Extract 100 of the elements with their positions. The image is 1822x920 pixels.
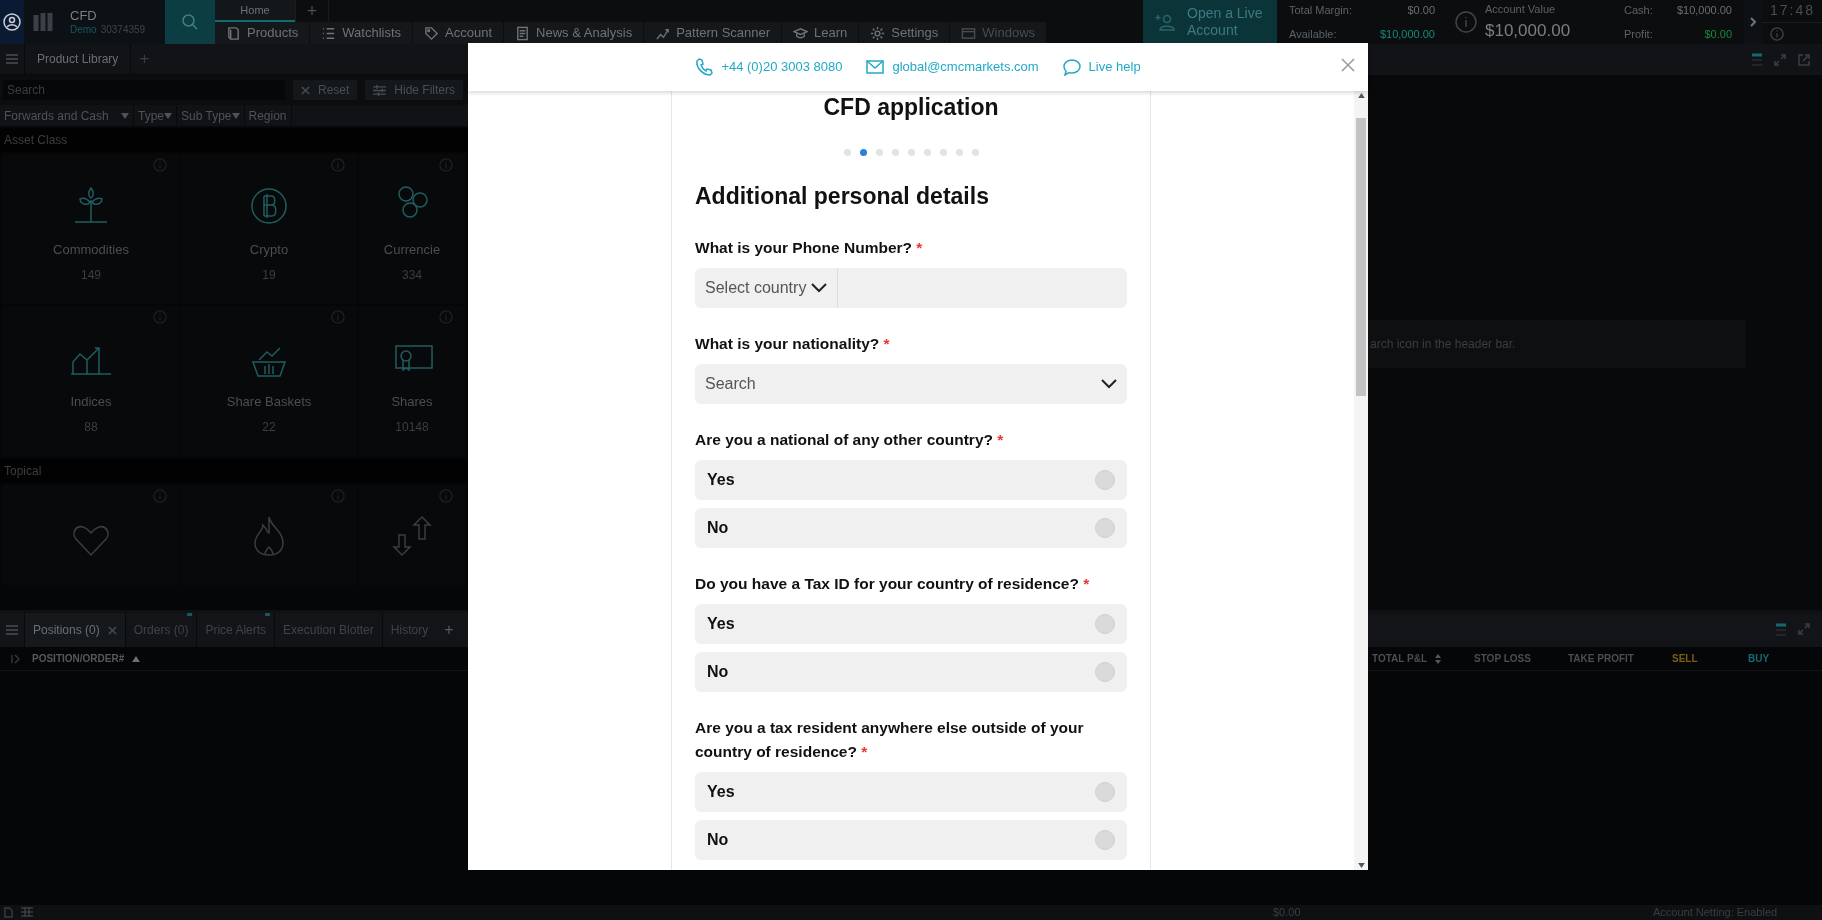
panel-tab[interactable]: Positions (0) bbox=[24, 613, 125, 647]
add-panel-button[interactable]: + bbox=[131, 46, 158, 72]
form-title: CFD application bbox=[822, 93, 1000, 121]
list-icon bbox=[321, 25, 337, 41]
search-icon bbox=[181, 13, 199, 31]
summary-label: Cash: bbox=[1624, 3, 1653, 18]
column-header[interactable]: POSITION/ORDER# bbox=[32, 651, 192, 666]
open-live-account-button[interactable]: Open a Live Account bbox=[1143, 0, 1277, 44]
category-count: 88 bbox=[84, 418, 98, 436]
info-icon bbox=[153, 489, 167, 503]
radio-button[interactable] bbox=[1095, 662, 1115, 682]
scroll-up-icon bbox=[1357, 93, 1365, 98]
category-tile[interactable]: Currencie 334 bbox=[359, 154, 465, 304]
grid-icon bbox=[21, 907, 33, 917]
chevron-down-icon bbox=[811, 283, 827, 293]
filter-dropdown[interactable]: Sub Type bbox=[177, 105, 245, 126]
category-tile[interactable]: Indices 88 bbox=[3, 306, 179, 456]
tag-icon bbox=[424, 25, 440, 41]
country-dropdown[interactable]: Select country bbox=[695, 268, 838, 308]
contact-link[interactable]: Live help bbox=[1062, 57, 1141, 77]
radio-option[interactable]: No bbox=[695, 508, 1127, 548]
chevron-right-icon bbox=[1749, 17, 1757, 27]
radio-option[interactable]: Yes bbox=[695, 460, 1127, 500]
category-tile[interactable] bbox=[181, 485, 357, 585]
menu-icon bbox=[6, 625, 18, 635]
menu-icon bbox=[6, 54, 18, 64]
chevron-down-icon bbox=[1101, 379, 1117, 389]
radio-option[interactable]: No bbox=[695, 652, 1127, 692]
add-tab-button[interactable]: + bbox=[436, 618, 462, 642]
radio-button[interactable] bbox=[1095, 518, 1115, 538]
settings-icon bbox=[870, 25, 886, 41]
window-icon bbox=[961, 25, 977, 41]
phone-field[interactable] bbox=[838, 268, 1127, 308]
filter-dropdown[interactable]: Forwards and Cash bbox=[0, 105, 134, 126]
question-label: Are you a national of any other country? * bbox=[695, 430, 1005, 450]
add-user-icon bbox=[1155, 12, 1175, 32]
radio-option[interactable]: Yes bbox=[695, 604, 1127, 644]
summary-value: $0.00 bbox=[1407, 3, 1435, 18]
filter-dropdown[interactable]: Region bbox=[244, 105, 292, 126]
category-count: 149 bbox=[81, 266, 101, 284]
radio-button[interactable] bbox=[1095, 782, 1115, 802]
caret-down-icon bbox=[121, 112, 129, 119]
platform-name: CFD bbox=[70, 9, 98, 22]
category-count: 10148 bbox=[395, 418, 429, 436]
category-tile[interactable]: Commodities 149 bbox=[3, 154, 179, 304]
email-icon bbox=[866, 58, 885, 76]
radio-button[interactable] bbox=[1095, 830, 1115, 850]
category-tile[interactable]: Crypto 19 bbox=[181, 154, 357, 304]
radio-button[interactable] bbox=[1095, 614, 1115, 634]
search-field[interactable]: Search bbox=[3, 80, 285, 100]
sliders-icon bbox=[373, 84, 387, 96]
category-label: Indices bbox=[70, 393, 112, 411]
nationality-dropdown[interactable]: Search bbox=[695, 364, 1127, 404]
section-title: Topical bbox=[4, 463, 42, 480]
summary-label: Total Margin: bbox=[1289, 3, 1352, 18]
contact-link[interactable]: +44 (0)20 3003 8080 bbox=[695, 57, 843, 77]
category-tile[interactable]: Share Baskets 22 bbox=[181, 306, 357, 456]
account-value-label: Account Value bbox=[1485, 2, 1557, 17]
category-tile[interactable] bbox=[3, 485, 179, 585]
user-icon bbox=[3, 13, 21, 31]
info-icon bbox=[439, 158, 453, 172]
info-icon bbox=[331, 158, 345, 172]
column-header[interactable]: BUY bbox=[1748, 651, 1808, 666]
category-tile[interactable] bbox=[359, 485, 465, 585]
category-label: Crypto bbox=[249, 241, 289, 259]
summary-value: $0.00 bbox=[1704, 26, 1732, 42]
contact-link[interactable]: global@cmcmarkets.com bbox=[866, 57, 1039, 77]
expand-button[interactable] bbox=[1744, 0, 1762, 44]
account-value: $10,000.00 bbox=[1485, 19, 1571, 42]
info-icon bbox=[439, 310, 453, 324]
info-icon bbox=[331, 310, 345, 324]
search-button[interactable] bbox=[165, 0, 215, 44]
expand-columns-icon bbox=[11, 653, 21, 664]
column-header[interactable]: TOTAL P&L bbox=[1372, 651, 1474, 666]
radio-option[interactable]: Yes bbox=[695, 772, 1127, 812]
question-label: Are you a tax resident anywhere else outside of your country of residence? * bbox=[695, 718, 1085, 762]
column-header[interactable]: STOP LOSS bbox=[1474, 651, 1568, 666]
account-mode: Demo bbox=[70, 25, 97, 35]
category-label: Shares bbox=[391, 393, 433, 411]
clock: 17:48 bbox=[1769, 1, 1817, 20]
chat-icon bbox=[1062, 58, 1081, 76]
home-tab[interactable]: Home bbox=[215, 0, 295, 22]
document-icon bbox=[515, 25, 531, 41]
summary-label: Profit: bbox=[1624, 26, 1653, 42]
filter-dropdown[interactable]: Type bbox=[134, 105, 177, 126]
column-header[interactable]: SELL bbox=[1672, 651, 1748, 666]
category-tile[interactable]: Shares 10148 bbox=[359, 306, 465, 456]
info-icon bbox=[439, 489, 453, 503]
scrollbar-thumb[interactable] bbox=[1356, 118, 1366, 396]
category-count: 22 bbox=[262, 418, 276, 436]
scrollbar[interactable] bbox=[1354, 91, 1368, 870]
book-icon bbox=[226, 25, 241, 41]
info-icon bbox=[1770, 26, 1784, 41]
expand-icon bbox=[1774, 53, 1786, 66]
section-title: Asset Class bbox=[4, 132, 68, 149]
radio-button[interactable] bbox=[1095, 470, 1115, 490]
column-header[interactable]: TAKE PROFIT bbox=[1568, 651, 1672, 666]
radio-option[interactable]: No bbox=[695, 820, 1127, 860]
category-label: Commodities bbox=[53, 241, 129, 259]
expand-icon bbox=[1798, 623, 1810, 635]
